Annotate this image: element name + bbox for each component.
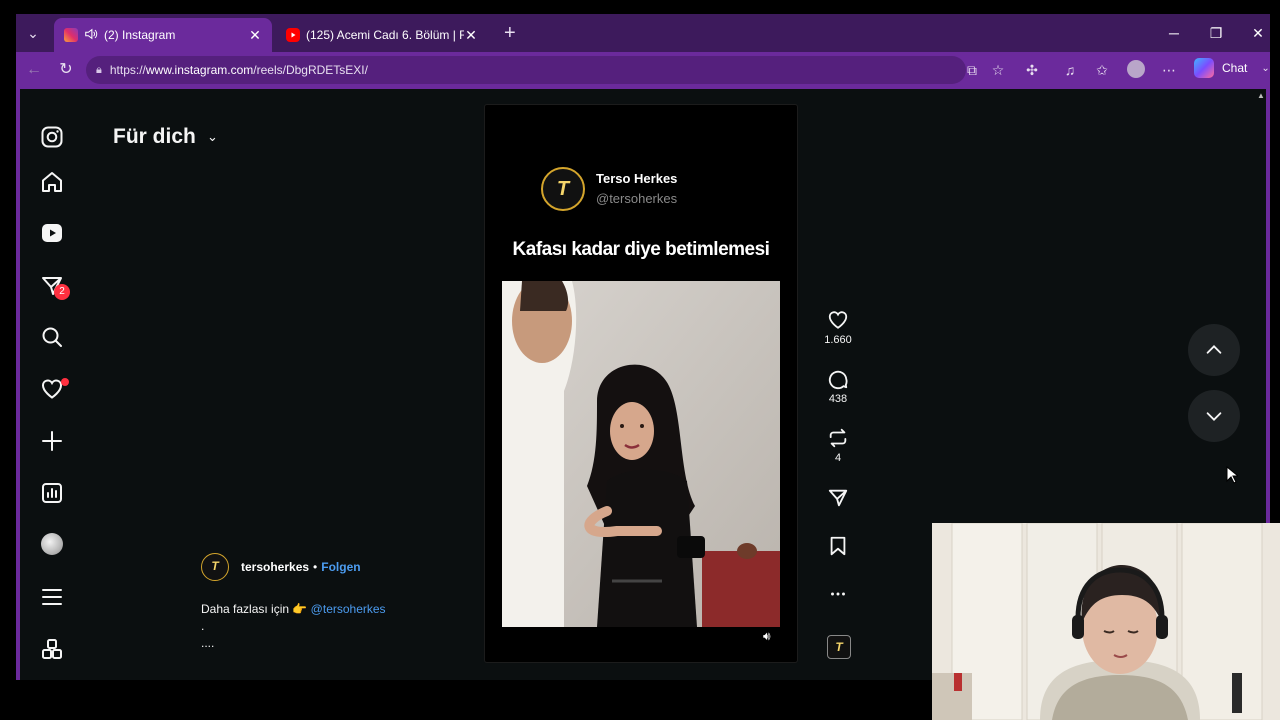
chat-label: Chat <box>1222 61 1248 75</box>
chevron-down-icon[interactable]: ⌄ <box>1261 63 1269 74</box>
reel-author-handle: @tersoherkes <box>596 191 678 206</box>
close-tab-icon[interactable]: ✕ <box>248 27 262 44</box>
instagram-favicon-icon <box>64 28 78 42</box>
post-description: Daha fazlası için 👉 @tersoherkes . .... <box>201 601 386 652</box>
reel-author-name: Terso Herkes <box>596 171 678 186</box>
sidebar: 2 <box>20 89 84 680</box>
post-more[interactable]: .... <box>201 635 386 652</box>
share-button[interactable] <box>816 487 860 509</box>
reel-player[interactable]: T Terso Herkes @tersoherkes Kafası kadar… <box>484 104 798 663</box>
restore-icon[interactable]: ❐ <box>1204 22 1228 44</box>
chevron-down-icon[interactable]: ⌄ <box>207 129 218 145</box>
close-window-icon[interactable]: ✕ <box>1246 22 1270 44</box>
notifications-dot <box>61 378 69 386</box>
also-from-meta-icon[interactable] <box>40 637 64 661</box>
post-author-avatar[interactable]: T <box>201 553 229 581</box>
next-reel-button[interactable] <box>1188 390 1240 442</box>
likes-count: 1.660 <box>824 334 852 346</box>
heart-icon <box>828 311 848 329</box>
share-icon <box>828 489 848 507</box>
tab-bar: ⌄ (2) Instagram ✕ (125) Acemi Cadı 6. Bö… <box>16 14 1270 52</box>
tab-youtube[interactable]: (125) Acemi Cadı 6. Bölüm | Full Bö ✕ <box>276 18 488 52</box>
scroll-up-arrow-icon[interactable]: ▲ <box>1257 91 1265 100</box>
tab-instagram[interactable]: (2) Instagram ✕ <box>54 18 272 52</box>
comment-icon <box>828 370 848 390</box>
mute-toggle-icon[interactable]: 🔊︎ <box>763 629 771 644</box>
like-button[interactable]: 1.660 <box>816 309 860 346</box>
url-text: https://www.instagram.com/reels/DbgRDETs… <box>109 63 368 77</box>
refresh-icon[interactable]: ↻ <box>56 60 76 80</box>
reel-author-avatar: T <box>541 167 585 211</box>
toolbar: ← ↻ 🔒︎ https://www.instagram.com/reels/D… <box>16 52 1270 88</box>
chevron-up-icon <box>1206 345 1222 354</box>
tab-actions-chevron-icon[interactable]: ⌄ <box>24 24 42 42</box>
tab-title: (2) Instagram <box>104 28 176 42</box>
post-username[interactable]: tersoherkes <box>241 560 309 574</box>
more-dots-icon <box>831 592 845 596</box>
reel-caption: Kafası kadar diye betimlemesi <box>512 239 770 260</box>
separator-dot: • <box>313 560 318 574</box>
search-icon[interactable] <box>40 325 64 349</box>
follow-button[interactable]: Folgen <box>321 560 360 574</box>
more-options-icon[interactable]: ⋯ <box>1159 60 1179 80</box>
video-scene-image <box>502 281 780 627</box>
chevron-down-icon <box>1206 412 1222 421</box>
comments-count: 438 <box>828 393 848 405</box>
close-tab-icon[interactable]: ✕ <box>464 27 478 44</box>
media-control-icon[interactable]: ♫ <box>1060 60 1080 80</box>
bookmark-icon <box>830 536 846 556</box>
profile-avatar[interactable] <box>41 533 63 555</box>
favorites-icon[interactable]: ✩ <box>1092 60 1112 80</box>
post-text-prefix: Daha fazlası için 👉 <box>201 602 308 616</box>
messages-badge: 2 <box>54 284 70 300</box>
youtube-favicon-icon <box>286 28 300 42</box>
minimize-icon[interactable]: ─ <box>1162 22 1186 44</box>
repost-button[interactable]: 4 <box>816 427 860 464</box>
copilot-icon <box>1194 58 1214 78</box>
webcam-overlay <box>932 523 1280 720</box>
lock-icon[interactable]: 🔒︎ <box>96 64 102 77</box>
profile-icon[interactable] <box>1126 60 1146 80</box>
previous-reel-button[interactable] <box>1188 324 1240 376</box>
copilot-chat-button[interactable]: Chat ⌄ <box>1194 58 1270 78</box>
tab-title: (125) Acemi Cadı 6. Bölüm | Full Bö <box>306 28 464 42</box>
new-tab-plus-icon[interactable]: + <box>504 22 516 44</box>
menu-icon[interactable] <box>40 585 64 609</box>
favorite-star-icon[interactable]: ☆ <box>988 60 1008 80</box>
speaker-icon[interactable] <box>84 27 98 44</box>
dashboard-icon[interactable] <box>40 481 64 505</box>
mouse-cursor-icon <box>1226 466 1238 484</box>
post-author: T tersoherkes • Folgen <box>201 553 361 581</box>
mention-link[interactable]: @tersoherkes <box>311 602 386 616</box>
back-arrow-icon[interactable]: ← <box>24 60 44 80</box>
reel-video-frame[interactable] <box>502 281 780 627</box>
reposts-count: 4 <box>834 452 842 464</box>
more-options-button[interactable] <box>816 583 860 605</box>
webcam-image <box>932 523 1280 720</box>
feed-selector-title[interactable]: Für dich <box>113 125 196 149</box>
save-button[interactable] <box>816 535 860 557</box>
audio-thumbnail[interactable]: T <box>827 635 851 659</box>
repost-icon <box>829 428 847 448</box>
extensions-puzzle-icon[interactable]: ✣ <box>1022 60 1042 80</box>
instagram-logo-icon[interactable] <box>40 125 64 149</box>
address-bar[interactable]: 🔒︎ https://www.instagram.com/reels/DbgRD… <box>86 56 966 84</box>
app-available-icon[interactable]: ⧉ <box>962 60 982 80</box>
home-icon[interactable] <box>40 170 64 194</box>
comment-button[interactable]: 438 <box>816 368 860 405</box>
post-line-2: . <box>201 619 205 633</box>
create-plus-icon[interactable] <box>40 429 64 453</box>
reels-icon[interactable] <box>40 221 64 245</box>
